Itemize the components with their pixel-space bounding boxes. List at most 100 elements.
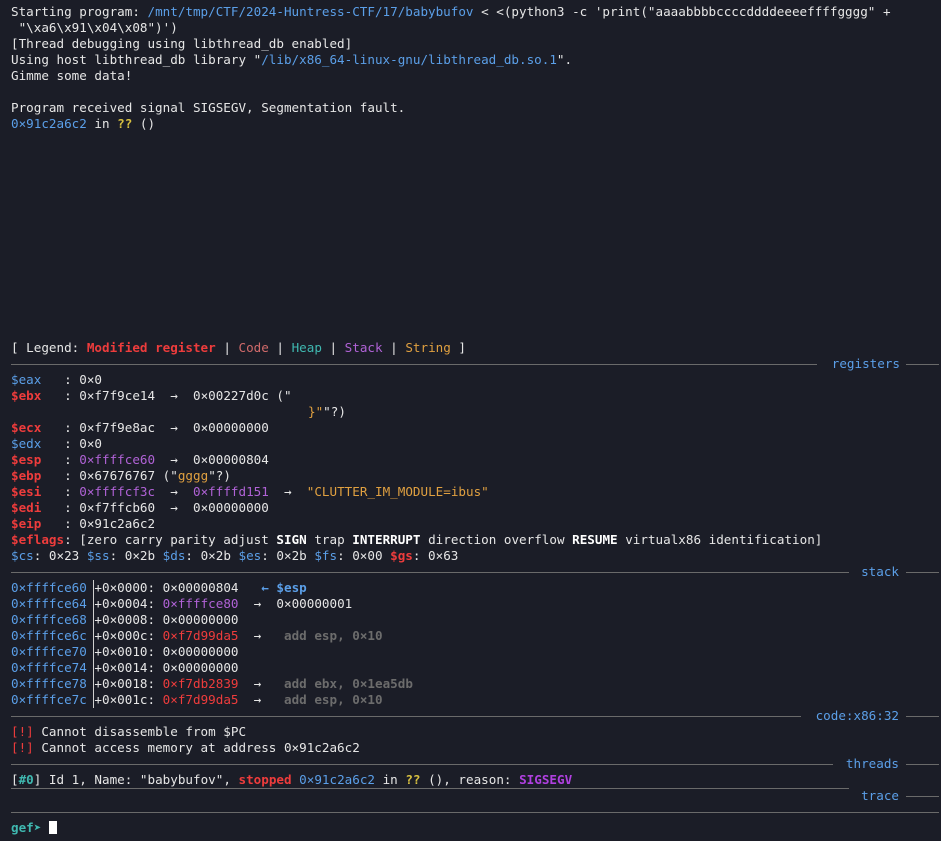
reg-string: "CLUTTER_IM_MODULE=ibus" xyxy=(306,484,489,499)
trace-section-title: trace xyxy=(861,788,899,803)
stack-addr: 0×ffffce6c xyxy=(11,628,87,643)
reg-value: 0×f7f9ce14 xyxy=(79,388,156,403)
reg-eip: $eip : 0×91c2a6c2 xyxy=(11,516,155,532)
gimme-line: Gimme some data! xyxy=(11,68,132,84)
eflags-pre: : [zero carry parity adjust xyxy=(64,532,277,547)
gef-prompt-line[interactable]: gef➤ xyxy=(11,820,57,836)
trace-end-divider xyxy=(11,812,939,813)
libthread-line: Using host libthread_db library "/lib/x8… xyxy=(11,52,572,68)
thread-debug-text: [Thread debugging using libthread_db ena… xyxy=(11,36,353,51)
reg-value: 0×0 xyxy=(79,372,103,387)
stack-row: 0×ffffce64 +0×0004: 0×ffffce80 → 0×00000… xyxy=(11,596,352,612)
reg-name: $eflags xyxy=(11,532,65,547)
fault-address: 0×91c2a6c2 xyxy=(11,116,87,131)
reg-value: 0×f7ffcb60 xyxy=(79,500,156,515)
reg-value: 0×67676767 xyxy=(79,468,156,483)
fault-parens: () xyxy=(132,116,156,131)
thread-unknown: ?? xyxy=(405,772,421,787)
starting-program-line: Starting program: /mnt/tmp/CTF/2024-Hunt… xyxy=(11,4,891,20)
thread-info: ] Id 1, Name: "babybufov", xyxy=(33,772,239,787)
reg-sep: : xyxy=(41,436,80,451)
warning-tag: [!] xyxy=(11,724,34,739)
thread-open: [ xyxy=(11,772,19,787)
eflags-interrupt: INTERRUPT xyxy=(352,532,421,547)
eflags-sign: SIGN xyxy=(276,532,307,547)
reg-sep: : xyxy=(41,372,80,387)
seg-value: : 0×23 xyxy=(33,548,87,563)
stack-value: 0×f7db2839 xyxy=(162,676,239,691)
stack-offset: +0×0010: xyxy=(94,644,163,659)
reg-deref: 0×00227d0c xyxy=(193,388,269,403)
reg-arrow: → xyxy=(155,484,194,499)
seg-value: : 0×63 xyxy=(412,548,459,563)
stack-addr: 0×ffffce74 xyxy=(11,660,87,675)
reg-arrow: → xyxy=(155,388,194,403)
stack-value: 0×00000000 xyxy=(162,612,239,627)
terminal-cursor[interactable] xyxy=(48,821,57,834)
reg-arrow: → xyxy=(155,420,194,435)
reg-segments: $cs: 0×23 $ss: 0×2b $ds: 0×2b $es: 0×2b … xyxy=(11,548,458,564)
reg-tail: (" xyxy=(268,388,292,403)
stack-offset: +0×000c: xyxy=(94,628,163,643)
reg-name: $ecx xyxy=(11,420,42,435)
code-message-2: [!] Cannot access memory at address 0×91… xyxy=(11,740,360,756)
reg-edi: $edi : 0×f7ffcb60 → 0×00000000 xyxy=(11,500,269,516)
reg-name: $esi xyxy=(11,484,42,499)
legend-open: [ Legend: xyxy=(11,340,87,355)
using-host-suffix: ". xyxy=(556,52,573,67)
stack-offset: +0×0008: xyxy=(94,612,163,627)
stack-row: 0×ffffce60 +0×0000: 0×00000804 ← $esp xyxy=(11,580,307,596)
reg-esi: $esi : 0×ffffcf3c → 0×ffffd151 → "CLUTTE… xyxy=(11,484,489,500)
seg-cs: $cs xyxy=(11,548,34,563)
stack-arrow: → xyxy=(238,676,284,691)
reg-sep: : xyxy=(41,452,80,467)
reg-value: 0×ffffce60 xyxy=(79,452,156,467)
warning-tag: [!] xyxy=(11,740,34,755)
warning-text: Cannot disassemble from $PC xyxy=(33,724,247,739)
seg-value: : 0×2b xyxy=(185,548,239,563)
using-host-prefix: Using host libthread_db library " xyxy=(11,52,262,67)
reg-sep: : xyxy=(41,420,80,435)
eflags-post: virtualx86 identification] xyxy=(617,532,823,547)
program-args-1: < <(python3 -c 'print("aaaabbbbccccdddde… xyxy=(473,4,891,19)
reg-tail: "?) xyxy=(323,404,346,419)
reg-esp: $esp : 0×ffffce60 → 0×00000804 xyxy=(11,452,269,468)
reg-ecx: $ecx : 0×f7f9e8ac → 0×00000000 xyxy=(11,420,269,436)
legend-heap: Heap xyxy=(291,340,322,355)
stack-divider-left xyxy=(11,572,849,573)
trace-divider-right xyxy=(906,796,939,797)
registers-divider-right xyxy=(906,364,939,365)
eflags-resume: RESUME xyxy=(572,532,618,547)
legend-stack: Stack xyxy=(344,340,383,355)
registers-section-title: registers xyxy=(831,356,900,371)
signal-line: Program received signal SIGSEGV, Segment… xyxy=(11,100,405,116)
libthread-path: /lib/x86_64-linux-gnu/libthread_db.so.1 xyxy=(261,52,557,67)
stack-esp-marker: ← $esp xyxy=(238,580,307,595)
thread-number: #0 xyxy=(18,772,34,787)
reg-string: }" xyxy=(308,404,324,419)
reg-deref: 0×ffffd151 xyxy=(193,484,269,499)
reg-string: gggg xyxy=(177,468,209,483)
legend-sep-4: | xyxy=(382,340,406,355)
reg-name: $edx xyxy=(11,436,42,451)
reg-deref: 0×00000804 xyxy=(193,452,269,467)
stack-instruction: add esp, 0×10 xyxy=(284,692,383,707)
stack-section-title: stack xyxy=(861,564,899,579)
thread-debug-line: [Thread debugging using libthread_db ena… xyxy=(11,36,352,52)
stack-addr: 0×ffffce68 xyxy=(11,612,87,627)
gef-prompt: gef➤ xyxy=(11,820,49,835)
start-prefix: Starting program: xyxy=(11,4,148,19)
reg-name: $ebp xyxy=(11,468,42,483)
fault-line: 0×91c2a6c2 in ?? () xyxy=(11,116,155,132)
threads-section-title: threads xyxy=(845,756,899,771)
stack-addr: 0×ffffce7c xyxy=(11,692,87,707)
stack-row: 0×ffffce68 +0×0008: 0×00000000 xyxy=(11,612,239,628)
reg-name: $ebx xyxy=(11,388,42,403)
signal-text: Program received signal SIGSEGV, Segment… xyxy=(11,100,406,115)
legend-modified: Modified register xyxy=(86,340,216,355)
reg-value: 0×91c2a6c2 xyxy=(79,516,156,531)
reg-eax: $eax : 0×0 xyxy=(11,372,102,388)
legend-line: [ Legend: Modified register | Code | Hea… xyxy=(11,340,466,356)
legend-sep-2: | xyxy=(268,340,292,355)
stack-row: 0×ffffce70 +0×0010: 0×00000000 xyxy=(11,644,239,660)
